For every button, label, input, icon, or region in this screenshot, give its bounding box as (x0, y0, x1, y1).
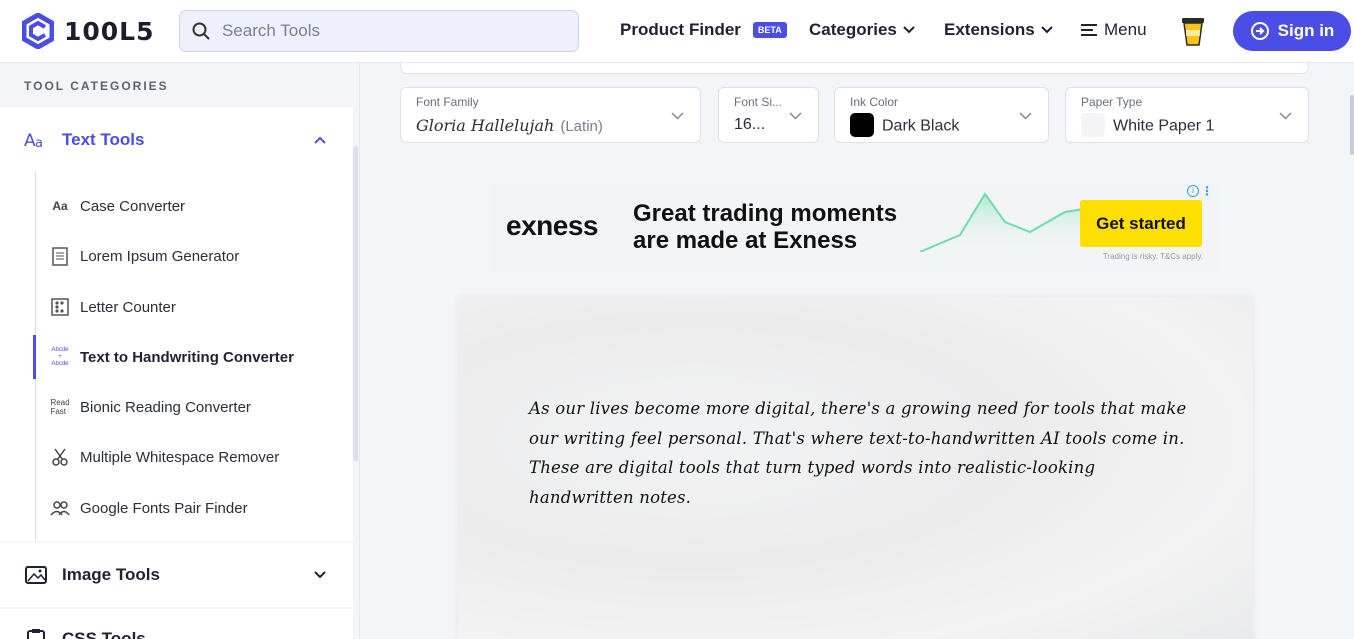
paper-type-value: White Paper 1 (1113, 117, 1215, 135)
abacus-icon (51, 298, 69, 316)
ink-color-select[interactable]: Ink Color Dark Black (834, 87, 1049, 143)
menu-label: Menu (1104, 20, 1147, 39)
sidebar-item-label: Case Converter (80, 197, 186, 215)
css-tools-icon (27, 629, 45, 639)
handwriting-icon: Abcde + Abcde (51, 346, 69, 367)
notepad-icon (52, 247, 68, 266)
paper-type-label: Paper Type (1081, 95, 1143, 109)
chevron-down-icon (903, 26, 915, 34)
sidebar-item-fonts-pair-finder[interactable]: Google Fonts Pair Finder (36, 486, 353, 530)
categories-label: Categories (809, 20, 897, 39)
font-family-subset: (Latin) (560, 118, 603, 135)
text-tools-list: Aa Case Converter Lorem Ipsum Generator … (0, 172, 353, 541)
sidebar-item-whitespace-remover[interactable]: Multiple Whitespace Remover (36, 435, 353, 479)
font-family-value: Gloria Hallelujah (416, 116, 555, 135)
image-icon (25, 566, 47, 584)
chevron-down-icon (671, 112, 684, 120)
extensions-dropdown[interactable]: Extensions (944, 20, 1053, 40)
ad-headline: Great trading moments are made at Exness (633, 200, 897, 254)
ink-color-value: Dark Black (882, 117, 960, 135)
coffee-cup-icon[interactable] (1180, 15, 1206, 47)
sidebar-heading: TOOL CATEGORIES (24, 79, 169, 93)
sidebar-scrollbar[interactable] (353, 146, 358, 461)
chevron-down-icon (1040, 26, 1053, 34)
category-label: CSS Tools (62, 629, 146, 639)
case-icon: Aa (52, 199, 68, 213)
category-css-tools[interactable]: CSS Tools (0, 609, 353, 639)
sidebar-item-bionic-reading[interactable]: Read Fast Bionic Reading Converter (36, 385, 353, 429)
sidebar-item-letter-counter[interactable]: Letter Counter (36, 285, 353, 329)
ad-headline-line2: are made at Exness (633, 227, 858, 254)
search-input[interactable] (222, 21, 562, 41)
ink-color-swatch (850, 113, 874, 137)
hamburger-icon (1081, 24, 1097, 36)
menu-button[interactable]: Menu (1080, 20, 1147, 40)
sidebar-item-label: Google Fonts Pair Finder (80, 499, 248, 517)
sidebar-item-label: Text to Handwriting Converter (80, 348, 294, 366)
read-fast-icon: Read Fast (50, 398, 70, 416)
handwriting-preview-paper: As our lives become more digital, there'… (458, 297, 1253, 639)
people-icon (50, 501, 70, 516)
sidebar-item-case-converter[interactable]: Aa Case Converter (36, 184, 353, 228)
sidebar: TOOL CATEGORIES Aa Text Tools Aa Case Co… (0, 63, 360, 639)
ad-disclaimer: Trading is risky. T&Cs apply. (1102, 252, 1203, 261)
category-text-tools[interactable]: Aa Text Tools (0, 107, 353, 172)
category-label: Text Tools (62, 129, 145, 149)
chevron-down-icon (789, 112, 802, 120)
font-family-label: Font Family (416, 95, 479, 109)
beta-badge: BETA (752, 22, 787, 38)
chevron-down-icon (1279, 112, 1292, 120)
font-size-value: 16... (734, 116, 766, 133)
sidebar-item-label: Letter Counter (80, 298, 176, 316)
category-label: Image Tools (62, 565, 160, 584)
paper-type-value-wrap: White Paper 1 (1081, 113, 1215, 137)
handwriting-preview-text: As our lives become more digital, there'… (529, 399, 1187, 507)
chevron-up-icon (314, 136, 326, 144)
font-size-label: Font Si... (734, 95, 783, 109)
chevron-down-icon (314, 571, 326, 579)
sidebar-item-label: Multiple Whitespace Remover (80, 448, 280, 466)
sidebar-item-lorem-ipsum[interactable]: Lorem Ipsum Generator (36, 234, 353, 278)
scissors-icon (52, 448, 68, 466)
ad-cta-button[interactable]: Get started (1080, 200, 1202, 247)
sidebar-item-label: Lorem Ipsum Generator (80, 247, 240, 265)
top-header: 100L5 Product Finder BETA Categories Ext… (0, 0, 1354, 63)
category-image-tools[interactable]: Image Tools (0, 543, 353, 607)
ad-info-icon[interactable]: i (1187, 185, 1199, 197)
chevron-down-icon (1019, 112, 1032, 120)
product-finder-link[interactable]: Product Finder BETA (620, 20, 787, 40)
paper-type-select[interactable]: Paper Type White Paper 1 (1065, 87, 1309, 143)
sign-in-button[interactable]: Sign in (1233, 11, 1351, 51)
advertisement-banner[interactable]: exness Great trading moments are made at… (490, 182, 1219, 273)
ink-color-value-wrap: Dark Black (850, 113, 960, 137)
text-input-area[interactable] (400, 63, 1309, 74)
search-box[interactable] (179, 10, 579, 52)
site-logo[interactable]: 100L5 (22, 13, 155, 49)
font-family-value-wrap: Gloria Hallelujah (Latin) (416, 116, 603, 136)
ad-headline-line1: Great trading moments (633, 200, 898, 227)
categories-dropdown[interactable]: Categories (809, 20, 915, 40)
font-size-select[interactable]: Font Si... 16... (718, 87, 819, 143)
sign-in-label: Sign in (1277, 21, 1335, 40)
logo-text: 100L5 (64, 16, 155, 46)
main-content: Font Family Gloria Hallelujah (Latin) Fon… (360, 63, 1354, 639)
text-tools-icon: Aa (24, 131, 43, 151)
ad-more-icon[interactable]: ⋮ (1201, 184, 1213, 198)
ink-color-label: Ink Color (850, 95, 899, 109)
logo-icon (22, 13, 54, 49)
page-scrollbar[interactable] (1350, 95, 1354, 155)
sidebar-item-text-to-handwriting[interactable]: Abcde + Abcde Text to Handwriting Converte… (33, 335, 350, 379)
extensions-label: Extensions (944, 20, 1035, 39)
paper-swatch (1081, 113, 1105, 137)
search-icon (192, 22, 210, 40)
login-icon (1250, 22, 1269, 40)
svg-text:a: a (35, 136, 43, 151)
font-family-select[interactable]: Font Family Gloria Hallelujah (Latin) (400, 87, 701, 143)
sidebar-item-label: Bionic Reading Converter (80, 398, 251, 416)
product-finder-label: Product Finder (620, 20, 741, 39)
ad-brand-logo: exness (506, 210, 598, 241)
